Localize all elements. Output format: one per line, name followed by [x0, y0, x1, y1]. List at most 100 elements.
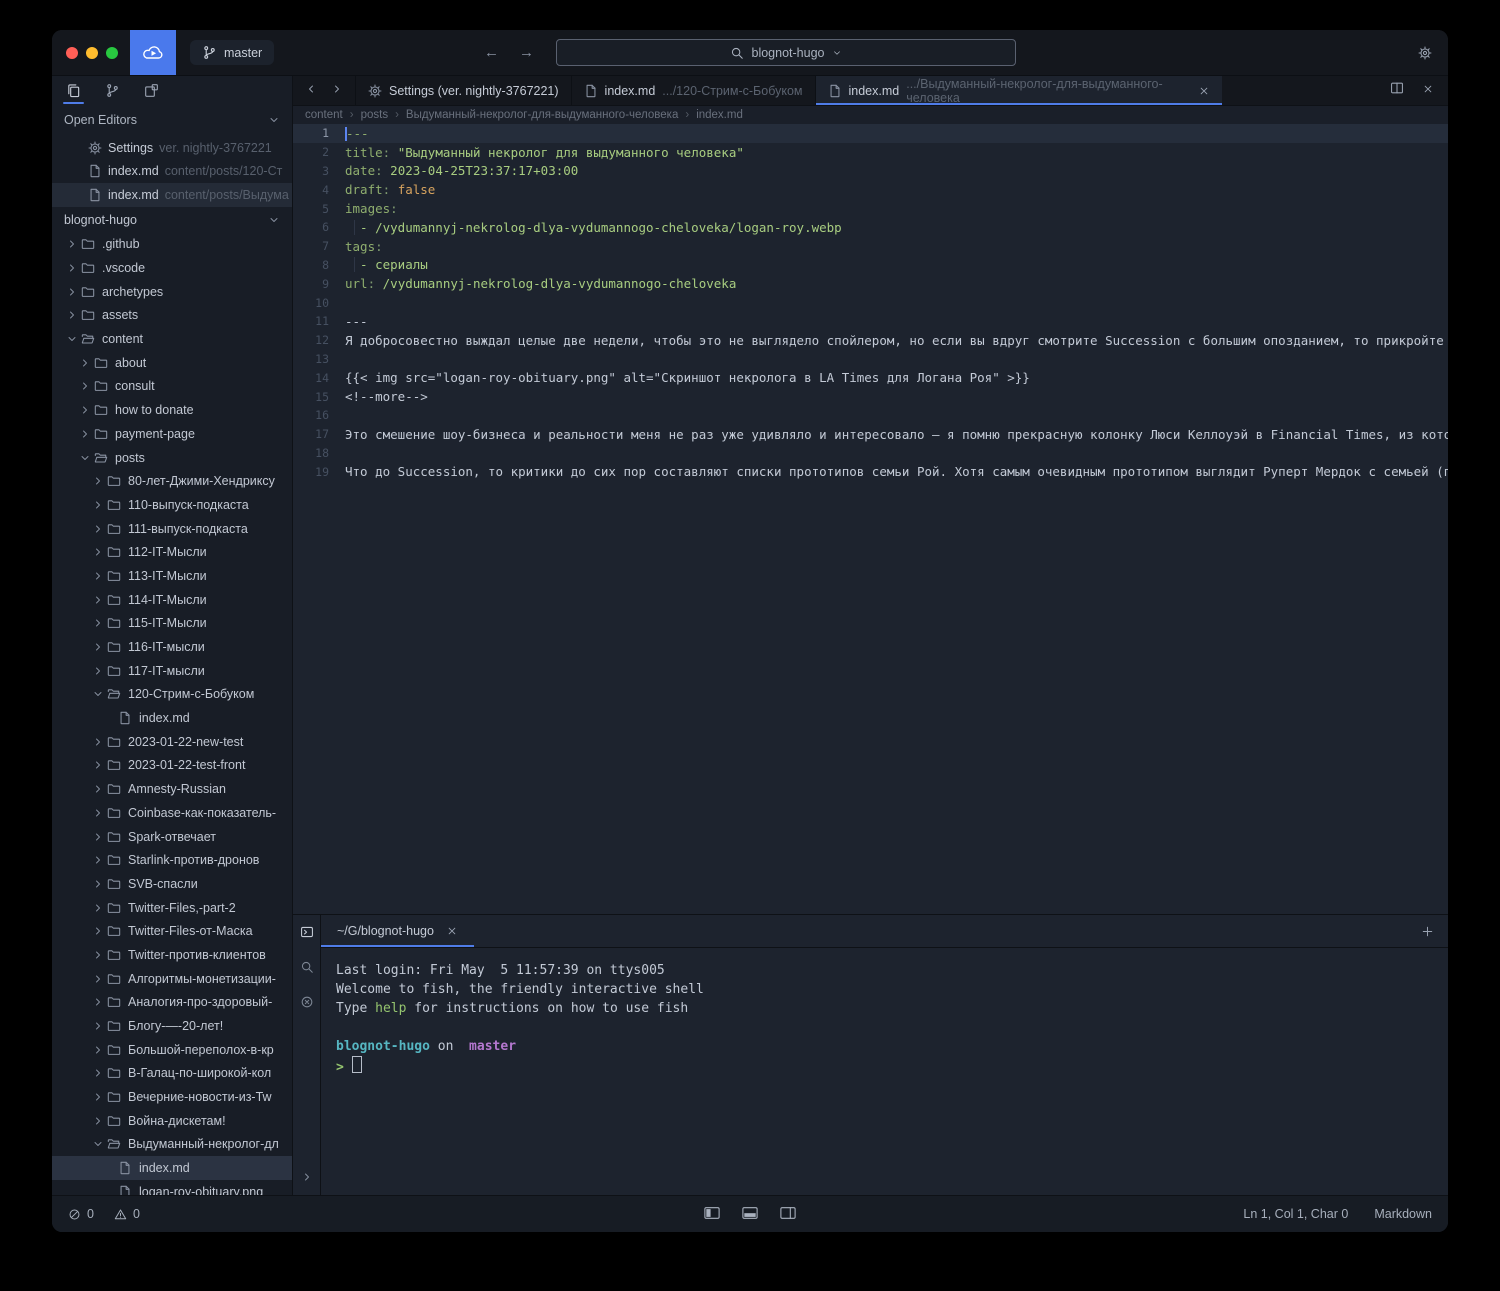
tree-folder-item[interactable]: assets	[52, 304, 292, 328]
tree-file-item[interactable]: index.md	[52, 1156, 292, 1180]
tree-folder-item[interactable]: 117-IT-мысли	[52, 659, 292, 683]
tree-folder-item[interactable]: Алгоритмы-монетизации-	[52, 967, 292, 991]
open-editor-item[interactable]: index.mdcontent/posts/120-Ст	[52, 160, 292, 184]
code-line[interactable]: 13	[293, 350, 1448, 369]
tree-file-item[interactable]: logan-roy-obituary.png	[52, 1180, 292, 1195]
code-line[interactable]: 12Я добросовестно выждал целые две недел…	[293, 331, 1448, 350]
code-line[interactable]: 8 - сериалы	[293, 256, 1448, 275]
tree-folder-item[interactable]: Twitter-Files,-part-2	[52, 896, 292, 920]
terminal-tab[interactable]: ~/G/blognot-hugo	[321, 915, 474, 947]
code-line[interactable]: 15<!--more-->	[293, 387, 1448, 406]
toggle-sidebar-icon[interactable]	[704, 1205, 720, 1224]
tree-folder-item[interactable]: 116-IT-мысли	[52, 635, 292, 659]
problems-panel-icon[interactable]	[300, 995, 314, 1014]
tree-folder-item[interactable]: content	[52, 327, 292, 351]
forward-button[interactable]: →	[519, 44, 534, 61]
branch-selector[interactable]: master	[190, 40, 274, 65]
tree-folder-item[interactable]: archetypes	[52, 280, 292, 304]
tree-folder-item[interactable]: posts	[52, 446, 292, 470]
toggle-secondary-sidebar-icon[interactable]	[780, 1205, 796, 1224]
tree-folder-item[interactable]: 113-IT-Мысли	[52, 564, 292, 588]
close-icon[interactable]	[446, 925, 458, 937]
open-editor-item[interactable]: Settingsver. nightly-3767221	[52, 136, 292, 160]
source-control-tab-icon[interactable]	[105, 76, 120, 104]
tree-folder-item[interactable]: Twitter-Files-от-Маска	[52, 919, 292, 943]
code-line[interactable]: 16	[293, 406, 1448, 425]
tree-folder-item[interactable]: Большой-переполох-в-кр	[52, 1038, 292, 1062]
code-line[interactable]: 14{{< img src="logan-roy-obituary.png" a…	[293, 368, 1448, 387]
code-line[interactable]: 17Это смешение шоу-бизнеса и реальности …	[293, 425, 1448, 444]
app-logo-icon[interactable]	[130, 30, 176, 75]
tree-folder-item[interactable]: 114-IT-Мысли	[52, 588, 292, 612]
tab-scroll-left-button[interactable]	[305, 82, 317, 100]
code-line[interactable]: 11---	[293, 312, 1448, 331]
tree-folder-item[interactable]: Amnesty-Russian	[52, 777, 292, 801]
code-line[interactable]: 4draft: false	[293, 180, 1448, 199]
code-line[interactable]: 7tags:	[293, 237, 1448, 256]
tree-file-item[interactable]: index.md	[52, 706, 292, 730]
toggle-panel-icon[interactable]	[742, 1205, 758, 1224]
tree-folder-item[interactable]: SVB-спасли	[52, 872, 292, 896]
open-editors-header[interactable]: Open Editors	[52, 104, 292, 136]
close-editor-icon[interactable]	[1422, 82, 1434, 100]
tab-scroll-right-button[interactable]	[331, 82, 343, 100]
tree-folder-item[interactable]: Spark-отвечает	[52, 825, 292, 849]
tree-folder-item[interactable]: Twitter-против-клиентов	[52, 943, 292, 967]
editor-layout-tab-icon[interactable]	[144, 76, 159, 104]
code-line[interactable]: 10	[293, 293, 1448, 312]
close-icon[interactable]	[1198, 85, 1210, 97]
code-line[interactable]: 2title: "Выдуманный некролог для выдуман…	[293, 143, 1448, 162]
explorer-root-header[interactable]: blognot-hugo	[52, 207, 292, 233]
tree-folder-item[interactable]: 111-выпуск-подкаста	[52, 517, 292, 541]
back-button[interactable]: ←	[484, 44, 499, 61]
tree-folder-item[interactable]: 2023-01-22-test-front	[52, 754, 292, 778]
expand-panel-icon[interactable]	[293, 1171, 320, 1183]
tree-folder-item[interactable]: 112-IT-Мысли	[52, 540, 292, 564]
tree-folder-item[interactable]: Блогу-—-20-лет!	[52, 1014, 292, 1038]
tree-folder-item[interactable]: .github	[52, 233, 292, 257]
tree-folder-item[interactable]: Аналогия-про-здоровый-	[52, 991, 292, 1015]
search-panel-icon[interactable]	[300, 960, 314, 979]
terminal-output[interactable]: Last login: Fri May 5 11:57:39 on ttys00…	[321, 948, 1448, 1195]
tree-folder-item[interactable]: 110-выпуск-подкаста	[52, 493, 292, 517]
tree-folder-item[interactable]: 80-лет-Джими-Хендриксу	[52, 469, 292, 493]
tree-folder-item[interactable]: Starlink-против-дронов	[52, 848, 292, 872]
code-line[interactable]: 1---	[293, 124, 1448, 143]
minimize-window-button[interactable]	[86, 47, 98, 59]
tree-folder-item[interactable]: how to donate	[52, 398, 292, 422]
workspace-search[interactable]: blognot-hugo	[556, 39, 1016, 66]
tree-folder-item[interactable]: 2023-01-22-new-test	[52, 730, 292, 754]
editor-tab-index-md-1[interactable]: index.md.../120-Стрим-с-Бобуком	[571, 76, 815, 105]
code-line[interactable]: 5images:	[293, 199, 1448, 218]
explorer-tab-icon[interactable]	[66, 76, 81, 104]
code-line[interactable]: 3date: 2023-04-25T23:37:17+03:00	[293, 162, 1448, 181]
tree-folder-item[interactable]: Coinbase-как-показатель-	[52, 801, 292, 825]
tree-folder-item[interactable]: 120-Стрим-с-Бобуком	[52, 683, 292, 707]
split-editor-icon[interactable]	[1390, 81, 1404, 100]
breadcrumb[interactable]: content›posts›Выдуманный-некролог-для-вы…	[293, 106, 1448, 124]
tree-folder-item[interactable]: consult	[52, 375, 292, 399]
tree-folder-item[interactable]: 115-IT-Мысли	[52, 612, 292, 636]
tree-folder-item[interactable]: payment-page	[52, 422, 292, 446]
close-window-button[interactable]	[66, 47, 78, 59]
tree-folder-item[interactable]: Выдуманный-некролог-дл	[52, 1133, 292, 1157]
terminal-panel-icon[interactable]	[300, 925, 314, 944]
breadcrumb-item[interactable]: content	[305, 109, 343, 121]
open-editor-item[interactable]: index.mdcontent/posts/Выдума	[52, 183, 292, 207]
code-line[interactable]: 19Что до Succession, то критики до сих п…	[293, 462, 1448, 481]
code-line[interactable]: 9url: /vydumannyj-nekrolog-dlya-vydumann…	[293, 274, 1448, 293]
tree-folder-item[interactable]: Война-дискетам!	[52, 1109, 292, 1133]
breadcrumb-item[interactable]: posts	[361, 109, 389, 121]
code-editor[interactable]: 1---2title: "Выдуманный некролог для выд…	[293, 124, 1448, 914]
editor-tab-settings[interactable]: Settings (ver. nightly-3767221)	[355, 76, 571, 105]
tree-folder-item[interactable]: .vscode	[52, 256, 292, 280]
new-terminal-button[interactable]	[1421, 925, 1434, 938]
code-line[interactable]: 18	[293, 444, 1448, 463]
editor-tab-index-md-2[interactable]: index.md.../Выдуманный-некролог-для-выду…	[815, 76, 1222, 105]
tree-folder-item[interactable]: about	[52, 351, 292, 375]
maximize-window-button[interactable]	[106, 47, 118, 59]
tree-folder-item[interactable]: В-Галац-по-широкой-кол	[52, 1062, 292, 1086]
settings-gear-button[interactable]	[1418, 46, 1432, 60]
breadcrumb-item[interactable]: Выдуманный-некролог-для-выдуманного-чело…	[406, 109, 678, 121]
code-line[interactable]: 6 - /vydumannyj-nekrolog-dlya-vydumannog…	[293, 218, 1448, 237]
